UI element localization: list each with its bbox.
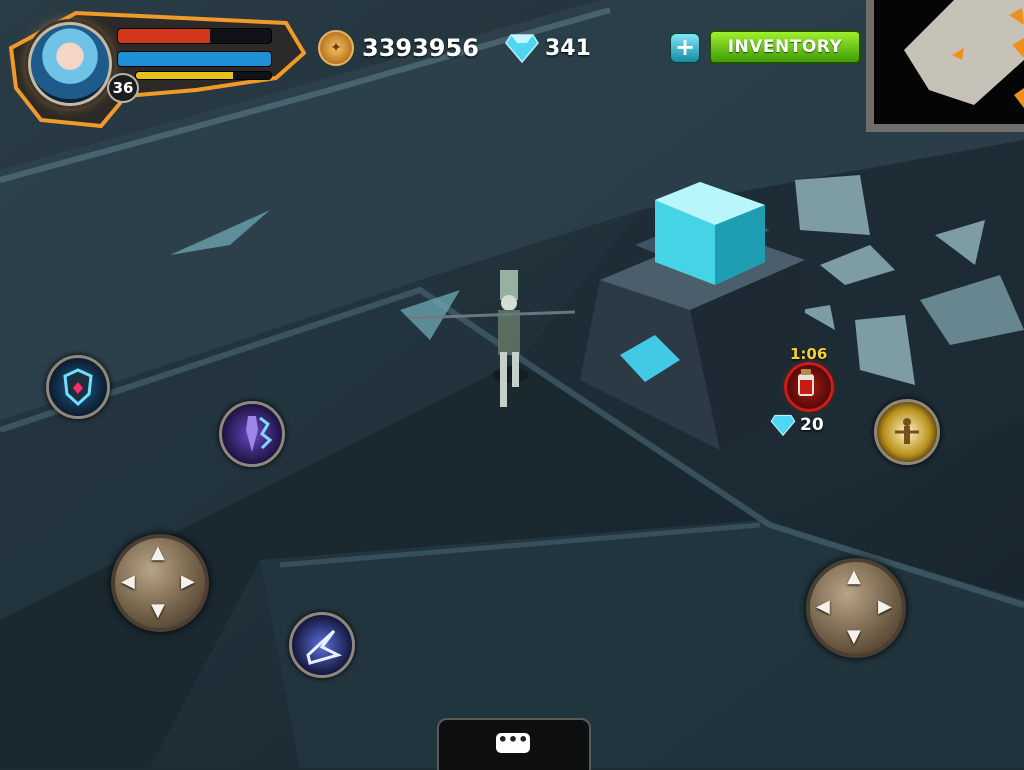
gold-counter: ✦ 3393956 — [318, 30, 479, 66]
figure-icon — [246, 416, 273, 452]
summon-skill-button[interactable] — [219, 401, 285, 467]
shield-skill-button[interactable] — [46, 355, 110, 419]
reward-gems: 20 — [800, 415, 824, 435]
health-potion-icon — [798, 369, 814, 396]
mana-bar-fill — [118, 52, 271, 66]
mana-bar — [117, 51, 272, 67]
shield-icon — [63, 368, 93, 407]
gold-coin-icon: ✦ — [318, 30, 354, 66]
add-gems-button[interactable]: + — [670, 33, 700, 63]
move-joystick-left[interactable]: ▲ ▼ ◀ ▶ — [111, 534, 209, 632]
aura-skill-button[interactable] — [874, 399, 940, 465]
diamond-icon — [505, 34, 539, 63]
gem-counter: 341 — [505, 31, 591, 65]
gem-value: 341 — [545, 35, 591, 61]
avatar[interactable] — [28, 22, 112, 106]
gold-value: 3393956 — [362, 34, 479, 62]
xp-bar-fill — [136, 72, 234, 79]
level-badge: 36 — [107, 73, 139, 103]
lightning-skill-button[interactable] — [289, 612, 355, 678]
health-bar — [117, 28, 272, 44]
aura-icon — [895, 418, 919, 444]
lightning-icon — [306, 629, 343, 665]
reward-diamond-icon — [770, 414, 796, 436]
xp-bar — [135, 71, 272, 80]
move-arrows-icon: ▲ — [847, 566, 861, 587]
potion-button[interactable] — [781, 359, 837, 415]
minimap[interactable] — [866, 0, 1024, 132]
move-joystick-right[interactable]: ▲ ▼ ◀ ▶ — [806, 558, 906, 658]
health-bar-fill — [118, 29, 210, 43]
minimap-view — [904, 0, 1024, 108]
speech-bubble-icon[interactable]: ••• — [496, 732, 530, 753]
move-arrows-icon: ▲ — [151, 542, 165, 563]
inventory-button[interactable]: INVENTORY — [709, 30, 861, 64]
plus-icon: + — [674, 33, 696, 61]
